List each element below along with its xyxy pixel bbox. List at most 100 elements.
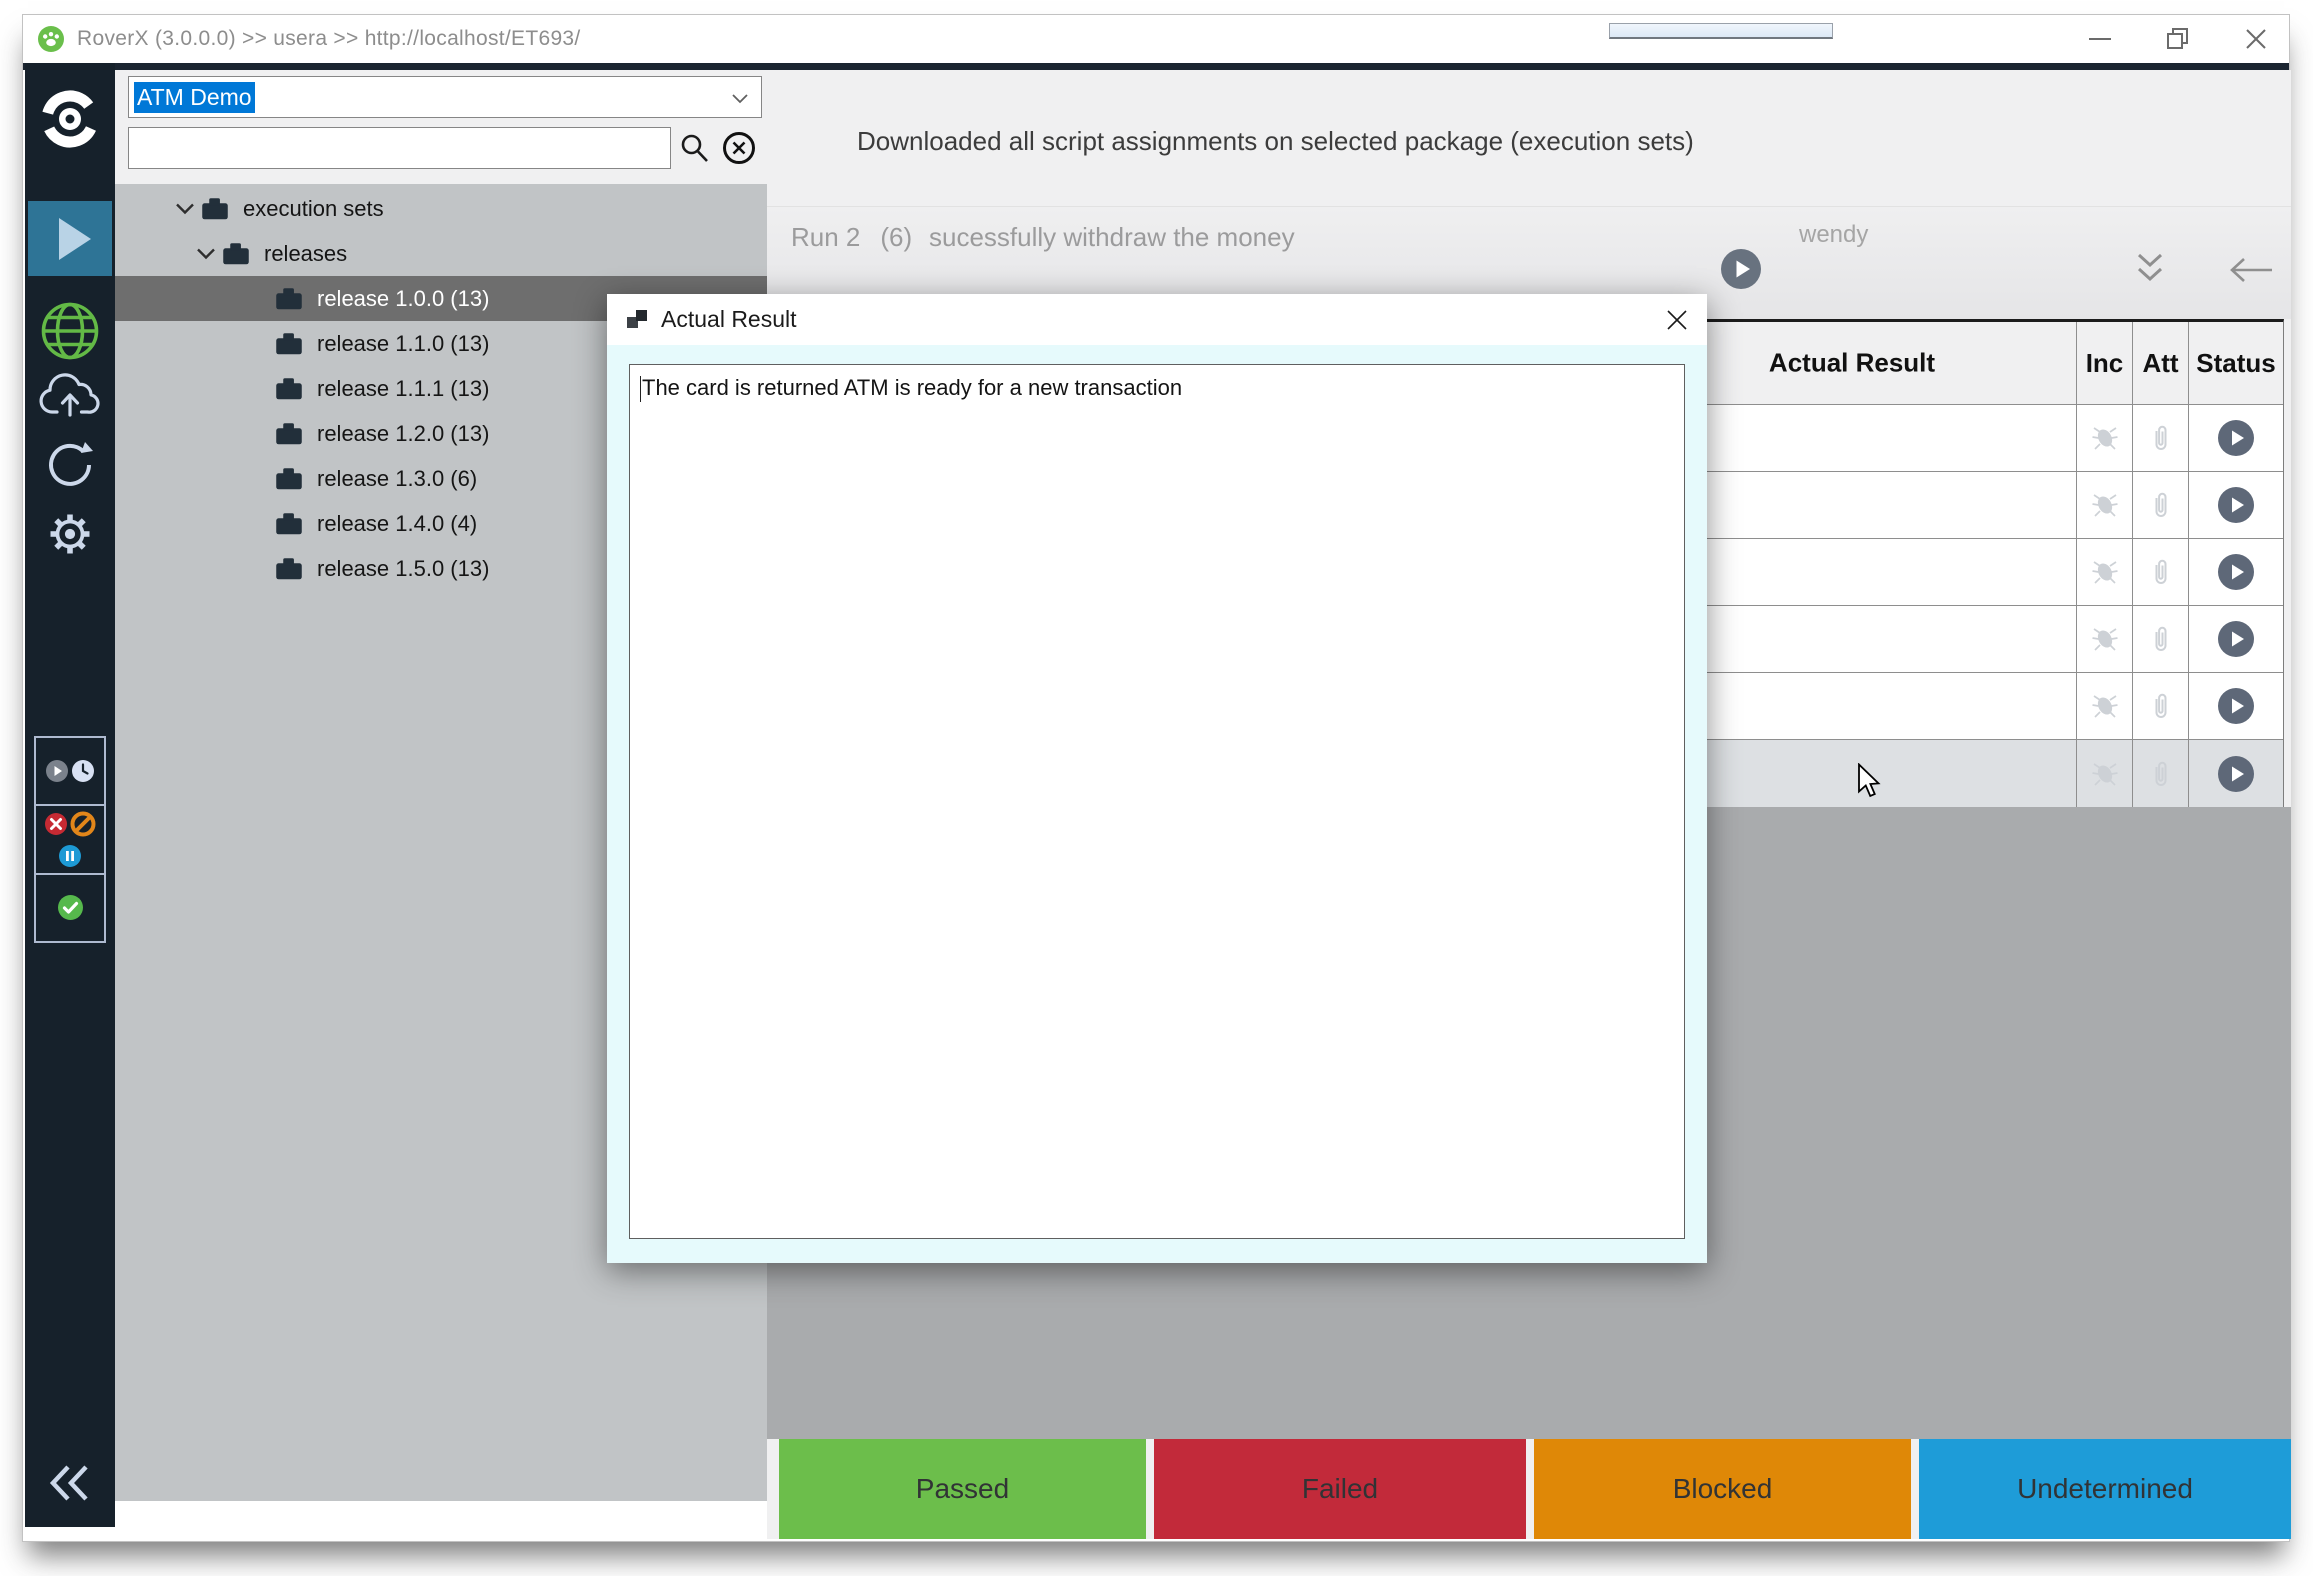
status-button-label: Failed <box>1302 1473 1378 1505</box>
run-step-button[interactable] <box>2217 620 2255 658</box>
refresh-icon <box>45 440 95 490</box>
dialog-titlebar[interactable]: Actual Result <box>607 294 1707 345</box>
tree-item-label: release 1.0.0 (13) <box>317 286 489 312</box>
status-button[interactable]: Failed <box>1154 1439 1526 1539</box>
tree-item-label: release 1.1.0 (13) <box>317 331 489 357</box>
incident-cell[interactable] <box>2076 606 2132 672</box>
status-button[interactable]: Undetermined <box>1919 1439 2291 1539</box>
paperclip-icon <box>2150 759 2172 789</box>
tree-item-label: execution sets <box>243 196 384 222</box>
close-icon <box>1662 305 1692 335</box>
window-controls <box>2085 15 2271 63</box>
search-input[interactable] <box>128 127 671 169</box>
cancel-icon <box>44 812 68 836</box>
incident-cell[interactable] <box>2076 472 2132 538</box>
collapse-sidebar-button[interactable] <box>25 1463 115 1503</box>
sidebar-item-web[interactable] <box>25 300 115 362</box>
sidebar-item-upload[interactable] <box>25 369 115 421</box>
minimize-button[interactable] <box>2085 24 2115 54</box>
status-cell <box>2188 405 2283 471</box>
expander-icon[interactable] <box>196 247 216 261</box>
project-selector-value: ATM Demo <box>134 82 255 113</box>
search-button[interactable] <box>678 132 710 164</box>
play-circle-icon <box>2217 419 2255 457</box>
bug-icon <box>2091 558 2119 586</box>
package-icon <box>275 377 303 401</box>
status-cell <box>2188 673 2283 739</box>
back-button[interactable] <box>2228 255 2274 285</box>
legend-passed-group[interactable] <box>36 875 104 941</box>
bug-icon <box>2091 491 2119 519</box>
status-button[interactable]: Blocked <box>1534 1439 1911 1539</box>
play-icon <box>59 218 91 260</box>
pause-icon <box>58 844 82 868</box>
actual-result-dialog: Actual Result The card is returned ATM i… <box>607 294 1707 1263</box>
mouse-cursor <box>1856 763 1886 799</box>
package-icon <box>275 467 303 491</box>
attachment-cell[interactable] <box>2132 472 2188 538</box>
sidebar-item-settings[interactable] <box>25 508 115 560</box>
close-button[interactable] <box>2241 24 2271 54</box>
incident-cell[interactable] <box>2076 740 2132 807</box>
bug-icon <box>2091 625 2119 653</box>
attachment-cell[interactable] <box>2132 539 2188 605</box>
incident-cell[interactable] <box>2076 539 2132 605</box>
tree-item-label: releases <box>264 241 347 267</box>
clear-search-button[interactable] <box>721 130 757 166</box>
run-step-button[interactable] <box>2217 687 2255 725</box>
attachment-cell[interactable] <box>2132 740 2188 807</box>
attachment-cell[interactable] <box>2132 673 2188 739</box>
package-icon <box>275 422 303 446</box>
bug-icon <box>2091 692 2119 720</box>
run-step-button[interactable] <box>2217 419 2255 457</box>
tree-item-label: release 1.1.1 (13) <box>317 376 489 402</box>
play-circle-icon <box>2217 620 2255 658</box>
restore-button[interactable] <box>2163 24 2193 54</box>
globe-icon <box>39 300 101 362</box>
package-icon <box>201 197 229 221</box>
status-cell <box>2188 740 2283 807</box>
play-circle-icon <box>2217 486 2255 524</box>
run-play-button[interactable] <box>1720 248 1762 290</box>
incident-cell[interactable] <box>2076 673 2132 739</box>
incident-cell[interactable] <box>2076 405 2132 471</box>
attachment-cell[interactable] <box>2132 606 2188 672</box>
bug-icon <box>2091 760 2119 788</box>
run-count: (6) <box>880 222 912 252</box>
run-step-button[interactable] <box>2217 486 2255 524</box>
project-selector[interactable]: ATM Demo <box>128 76 762 118</box>
arrow-left-icon <box>2228 255 2274 285</box>
expander-icon[interactable] <box>175 202 195 216</box>
paperclip-icon <box>2150 624 2172 654</box>
tree-item[interactable]: execution sets <box>115 186 767 231</box>
play-circle-icon <box>2217 687 2255 725</box>
status-button-label: Passed <box>916 1473 1009 1505</box>
dialog-close-button[interactable] <box>1661 304 1693 336</box>
play-circle-icon <box>2217 553 2255 591</box>
paperclip-icon <box>2150 490 2172 520</box>
sidebar-item-run[interactable] <box>28 201 112 276</box>
expand-all-button[interactable] <box>2133 250 2167 288</box>
status-button[interactable]: Passed <box>779 1439 1146 1539</box>
sidebar <box>25 63 115 1527</box>
dialog-title: Actual Result <box>661 306 797 333</box>
run-step-button[interactable] <box>2217 755 2255 793</box>
column-header-inc: Inc <box>2076 322 2132 404</box>
run-step-button[interactable] <box>2217 553 2255 591</box>
legend-failed-group[interactable] <box>36 806 104 874</box>
tree-item-label: release 1.3.0 (6) <box>317 466 477 492</box>
roverx-logo-icon <box>25 87 115 151</box>
package-icon <box>275 512 303 536</box>
actual-result-textarea[interactable]: The card is returned ATM is ready for a … <box>629 364 1685 1239</box>
package-icon <box>275 287 303 311</box>
actual-result-text: The card is returned ATM is ready for a … <box>642 375 1182 400</box>
attachment-cell[interactable] <box>2132 405 2188 471</box>
status-cell <box>2188 539 2283 605</box>
chevron-down-icon <box>731 93 749 105</box>
paperclip-icon <box>2150 557 2172 587</box>
status-button-label: Undetermined <box>2017 1473 2193 1505</box>
legend-running-group[interactable] <box>36 738 104 806</box>
sidebar-item-refresh[interactable] <box>25 440 115 490</box>
dialog-window-icon <box>625 308 649 332</box>
tree-item[interactable]: releases <box>115 231 767 276</box>
